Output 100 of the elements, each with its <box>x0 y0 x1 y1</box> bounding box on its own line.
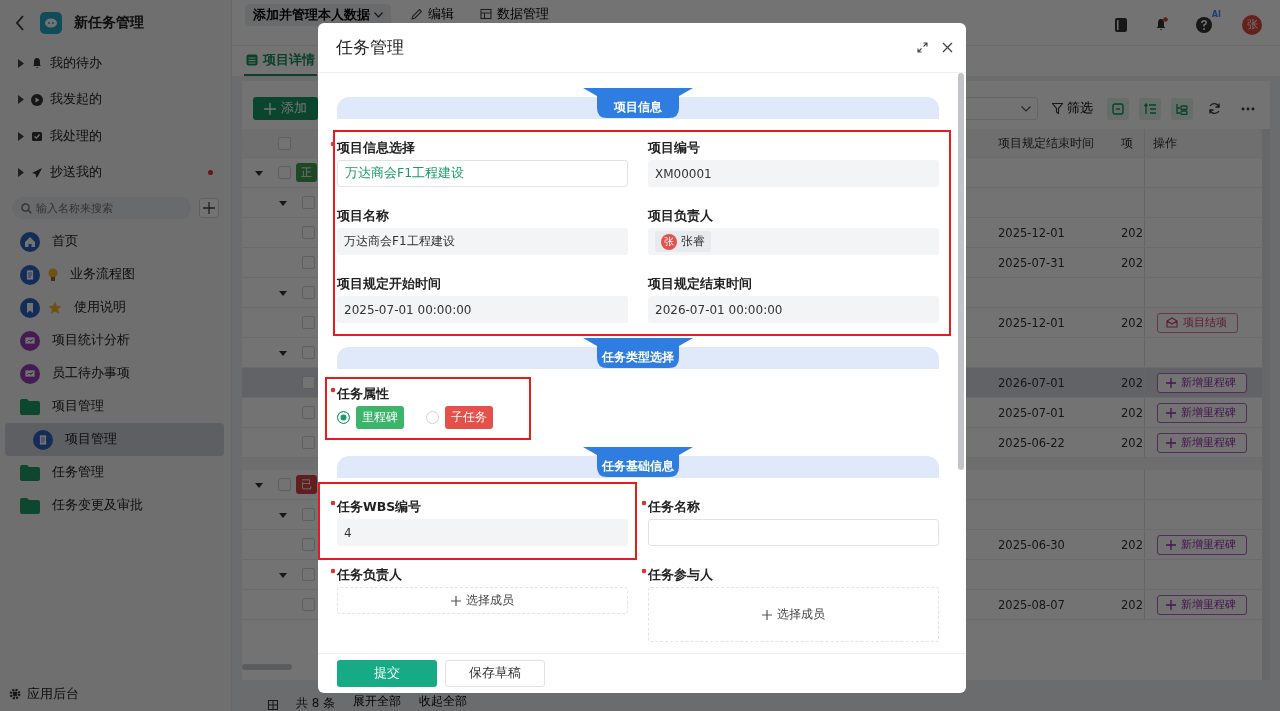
app-logo-icon <box>40 11 62 34</box>
scrollbar[interactable] <box>958 73 964 470</box>
chart-icon <box>20 363 40 384</box>
nav-item[interactable]: 项目管理 <box>5 423 224 456</box>
ai-label: AI <box>1211 9 1221 19</box>
nav-item[interactable]: 首页 <box>5 225 224 258</box>
inbox-item[interactable]: 抄送我的 <box>0 154 231 191</box>
plus-icon <box>264 102 276 115</box>
caret-icon <box>18 58 24 68</box>
nav-item[interactable]: 项目管理 <box>5 390 224 423</box>
more-icon[interactable] <box>1241 106 1255 111</box>
readonly-field: XM00001 <box>648 160 939 187</box>
nav-item[interactable]: 项目统计分析 <box>5 324 224 357</box>
search-icon <box>21 202 32 214</box>
scrollbar[interactable] <box>242 664 292 670</box>
add-button[interactable] <box>199 198 219 218</box>
radio-button[interactable] <box>337 410 350 424</box>
field-label: 任务名称 <box>641 498 700 516</box>
inbox-item[interactable]: 我的待办 <box>0 45 231 82</box>
notification-icon[interactable] <box>1155 17 1168 32</box>
sort-button[interactable] <box>1139 97 1161 120</box>
add-milestone-button[interactable]: 新增里程碑 <box>1157 402 1247 423</box>
book-icon[interactable] <box>1115 17 1127 32</box>
table-cell: 202 <box>1121 597 1143 612</box>
readonly-field: 万达商会F1工程建设 <box>337 228 628 255</box>
add-milestone-button[interactable]: 新增里程碑 <box>1157 534 1247 555</box>
table-cell: 2025-06-22 <box>998 435 1065 450</box>
column-header: 项目规定结束时间 <box>997 134 1095 152</box>
status-tag: 已 <box>296 475 317 494</box>
admin-link[interactable]: 应用后台 <box>0 677 231 711</box>
select-field[interactable]: 万达商会F1工程建设 <box>337 160 628 187</box>
back-icon[interactable] <box>15 14 25 31</box>
table-cell: 2025-06-30 <box>998 537 1065 552</box>
group-button[interactable] <box>1171 97 1193 120</box>
caret-icon <box>18 131 24 141</box>
help-icon[interactable] <box>1196 16 1212 33</box>
field-label: 项目名称 <box>337 207 389 225</box>
add-milestone-button[interactable]: 新增里程碑 <box>1157 432 1247 453</box>
close-project-button[interactable]: 项目结项 <box>1157 312 1238 333</box>
grid-icon <box>268 700 278 710</box>
view-selector[interactable]: 添加并管理本人数据 <box>245 4 391 26</box>
option-tag: 里程碑 <box>356 405 404 429</box>
play-icon <box>31 93 43 106</box>
table-cell: 2025-07-31 <box>998 255 1065 270</box>
nav-item[interactable]: 使用说明 <box>5 291 224 324</box>
inbox-item[interactable]: 我发起的 <box>0 81 231 118</box>
column-header: 操作 <box>1152 134 1178 152</box>
add-button[interactable]: 添加 <box>253 97 318 120</box>
plus-icon <box>1166 599 1176 610</box>
plus-icon <box>1166 539 1176 550</box>
inbox-item[interactable]: 我处理的 <box>0 118 231 155</box>
settings-icon <box>9 688 21 700</box>
folder-icon <box>20 464 40 481</box>
nav-item[interactable]: 任务变更及审批 <box>5 489 224 522</box>
member-picker[interactable]: 选择成员 <box>648 587 939 642</box>
column-header: 项 <box>1117 129 1145 157</box>
toolbar-button[interactable]: 编辑 <box>405 4 460 24</box>
add-milestone-button[interactable]: 新增里程碑 <box>1157 594 1247 615</box>
refresh-icon[interactable] <box>1208 102 1221 115</box>
close-icon[interactable] <box>942 42 953 53</box>
field-label: 任务参与人 <box>641 566 713 584</box>
table-icon <box>246 54 258 66</box>
plus-icon <box>1166 407 1176 418</box>
option-tag: 子任务 <box>445 405 493 429</box>
bell-icon <box>31 57 43 70</box>
input-field[interactable] <box>648 519 939 546</box>
user-avatar[interactable]: 张 <box>1242 14 1262 35</box>
folder-icon <box>20 398 40 415</box>
readonly-field: 2025-07-01 00:00:00 <box>337 296 628 323</box>
pencil-icon <box>411 8 423 20</box>
field-label: 任务WBS编号 <box>330 498 422 516</box>
field-label: 项目编号 <box>648 139 700 157</box>
expand-icon[interactable] <box>917 42 928 53</box>
collapse-all-button[interactable]: 收起全部 <box>419 693 468 710</box>
send-icon <box>31 166 43 179</box>
plus-icon <box>1166 437 1176 448</box>
plus-icon <box>203 202 215 214</box>
caret-icon <box>18 95 24 105</box>
lightbulb-icon <box>48 267 58 282</box>
plus-icon <box>1166 377 1176 388</box>
caret-icon <box>374 12 383 18</box>
nav-item[interactable]: 业务流程图 <box>5 258 224 291</box>
table-cell: 2025-07-01 <box>998 405 1065 420</box>
dialog-title: 任务管理 <box>336 36 404 59</box>
submit-button[interactable]: 提交 <box>337 660 437 687</box>
filter-icon <box>1052 103 1063 114</box>
nav-item[interactable]: 员工待办事项 <box>5 357 224 390</box>
field-label: 项目规定开始时间 <box>337 275 441 293</box>
view-button[interactable] <box>1107 97 1129 120</box>
filter-button[interactable]: 筛选 <box>1048 100 1097 117</box>
table-cell: 2025-08-07 <box>998 597 1065 612</box>
expand-all-button[interactable]: 展开全部 <box>353 693 402 710</box>
table-cell: 2026-07-01 <box>998 375 1065 390</box>
nav-item[interactable]: 任务管理 <box>5 456 224 489</box>
save-draft-button[interactable]: 保存草稿 <box>445 660 545 687</box>
toolbar-button[interactable]: 数据管理 <box>474 4 555 24</box>
table-cell: 202 <box>1121 315 1143 330</box>
bookmark-icon <box>20 297 40 318</box>
member-picker[interactable]: 选择成员 <box>337 587 628 614</box>
add-milestone-button[interactable]: 新增里程碑 <box>1157 372 1247 393</box>
